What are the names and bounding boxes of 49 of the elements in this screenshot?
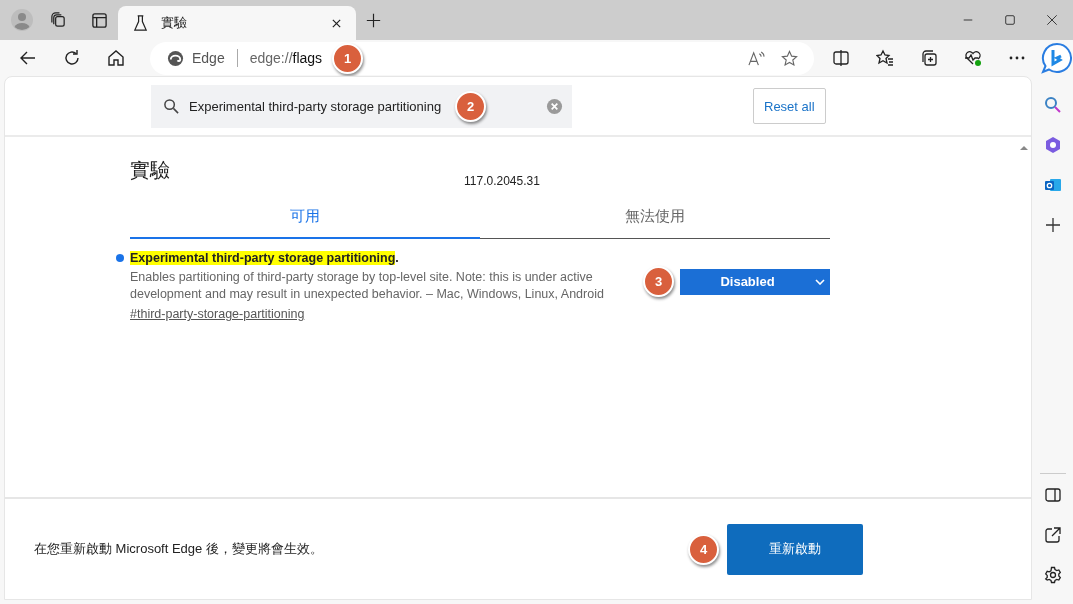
sidebar-panel-icon[interactable] (1043, 486, 1062, 504)
heartbeat-icon[interactable] (964, 49, 982, 67)
tab-close-icon[interactable] (331, 17, 342, 29)
scroll-up-icon[interactable] (1020, 145, 1028, 151)
browser-tab[interactable]: 實驗 (118, 6, 356, 40)
reset-all-button[interactable]: Reset all (753, 88, 826, 124)
site-label: Edge (192, 50, 225, 66)
step-number-marker: 4 (688, 533, 719, 565)
favorites-icon[interactable] (876, 49, 894, 67)
collections-icon[interactable] (920, 49, 938, 67)
mail-app-icon[interactable] (1043, 176, 1062, 194)
search-icon (163, 97, 180, 115)
clear-icon[interactable] (546, 97, 563, 115)
flag-dropdown[interactable]: Disabled (680, 268, 830, 295)
external-link-icon[interactable] (1043, 526, 1062, 544)
restart-message: 在您重新啟動 Microsoft Edge 後，變更將會生效。 (34, 540, 324, 558)
url-text: edge://flags (249, 50, 323, 66)
restart-button[interactable]: 重新啟動 (727, 523, 863, 575)
back-button[interactable] (19, 49, 37, 67)
refresh-button[interactable] (63, 49, 81, 67)
step-number-marker: 2 (455, 90, 487, 122)
page-title: 實驗 (130, 158, 171, 183)
workspaces-icon[interactable] (50, 11, 67, 29)
flag-name: Experimental third-party storage partitioning. (130, 251, 399, 265)
close-button[interactable] (1046, 14, 1058, 26)
flag-link[interactable]: #third-party-storage-partitioning (130, 307, 305, 321)
home-button[interactable] (107, 49, 125, 67)
new-tab-button[interactable] (366, 12, 381, 28)
step-number-marker: 1 (332, 42, 364, 74)
search-field[interactable]: Experimental third-party storage partitioning 2 (151, 84, 572, 128)
page-tab[interactable]: 可用 (130, 200, 480, 239)
page-tab[interactable]: 無法使用 (480, 200, 830, 239)
edge-logo-icon (167, 49, 184, 67)
settings-icon[interactable] (1043, 566, 1062, 584)
search-icon[interactable] (1043, 96, 1062, 114)
read-aloud-icon[interactable] (748, 49, 765, 67)
flask-icon (132, 14, 149, 32)
chevron-down-icon (815, 278, 825, 285)
maximize-button[interactable] (1004, 14, 1016, 26)
step-number-marker: 3 (643, 266, 674, 297)
flag-description: Enables partitioning of third-party storage by top-level site. Note: this is under active development and may result in unexpected behavior. – Mac, Windows, Linux, Android (130, 269, 605, 303)
split-screen-icon[interactable] (832, 49, 850, 67)
favorite-star-icon[interactable] (781, 49, 798, 67)
address-bar[interactable]: Edge edge://flags 1 (150, 41, 814, 75)
add-icon[interactable] (1043, 216, 1062, 234)
version-text: 117.0.2045.31 (464, 174, 540, 188)
chat-bubble-icon[interactable] (1041, 42, 1073, 74)
tab-actions-icon[interactable] (91, 11, 108, 29)
hexagon-logo-icon[interactable] (1043, 136, 1062, 154)
